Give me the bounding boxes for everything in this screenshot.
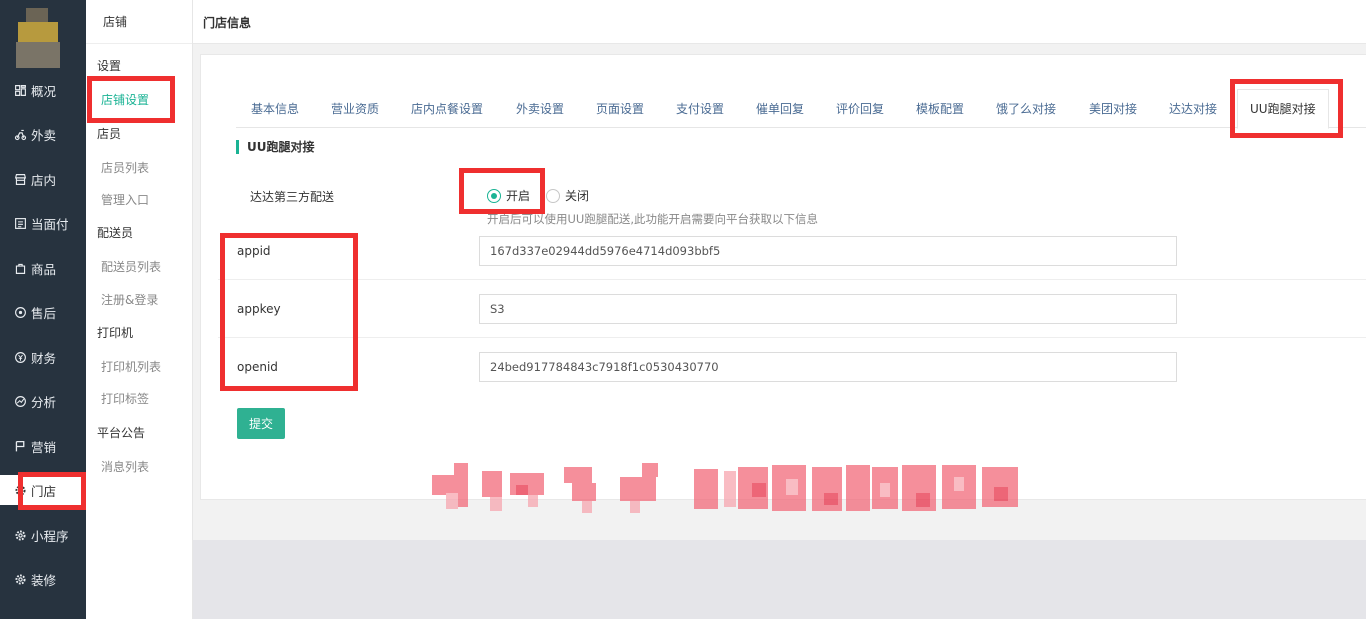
nav-item-label: 售后	[31, 305, 57, 321]
delivery-icon	[12, 126, 28, 142]
divider	[218, 337, 1366, 338]
main-nav: 概况 外卖 店内 当面付 商品 售后 财务 分析 营销 门店 小程序 装修	[0, 0, 86, 619]
delivery-label: 达达第三方配送	[250, 190, 335, 204]
tab-license[interactable]: 营业资质	[331, 90, 379, 128]
group-courier: 配送员	[97, 226, 134, 240]
sidebar-item-store-settings[interactable]: 店铺设置	[101, 91, 149, 108]
tab-eleme[interactable]: 饿了么对接	[996, 90, 1056, 128]
goods-icon	[12, 260, 28, 276]
radio-dot	[487, 188, 501, 203]
flag-icon	[12, 438, 28, 454]
group-notice: 平台公告	[97, 426, 146, 440]
pixelated-watermark	[432, 463, 1022, 523]
nav-item-finance[interactable]: 财务	[0, 342, 86, 372]
sidebar-item-admin-entry[interactable]: 管理入口	[101, 191, 149, 208]
nav-item-analysis[interactable]: 分析	[0, 386, 86, 416]
group-staff: 店员	[97, 127, 122, 141]
overview-icon	[12, 82, 28, 98]
bottom-strip	[193, 540, 1366, 619]
openid-label: openid	[237, 360, 278, 374]
nav-item-store-manage[interactable]: 门店	[0, 475, 86, 505]
appkey-input[interactable]	[479, 294, 1177, 324]
secondary-sidebar: 店铺 设置 店铺设置 店员 店员列表 管理入口 配送员 配送员列表 注册&登录 …	[86, 0, 193, 619]
nav-item-label: 概况	[31, 83, 57, 99]
tab-meituan[interactable]: 美团对接	[1089, 90, 1137, 128]
group-settings: 设置	[97, 59, 122, 73]
tab-template[interactable]: 模板配置	[916, 90, 964, 128]
nav-item-label: 装修	[31, 572, 57, 588]
sidebar-item-staff-list[interactable]: 店员列表	[101, 159, 149, 176]
nav-item-label: 店内	[31, 172, 57, 188]
store-icon	[12, 171, 28, 187]
tab-uu[interactable]: UU跑腿对接	[1237, 89, 1329, 129]
avatar[interactable]	[16, 8, 60, 68]
section-title: UU跑腿对接	[236, 140, 315, 154]
sidebar-item-print-label[interactable]: 打印标签	[101, 390, 149, 407]
nav-item-label: 当面付	[31, 216, 69, 232]
nav-item-label: 门店	[31, 483, 57, 499]
nav-item-marketing[interactable]: 营销	[0, 431, 86, 461]
nav-item-label: 商品	[31, 261, 57, 277]
sidebar-item-register-login[interactable]: 注册&登录	[101, 291, 158, 308]
radio-dot	[546, 188, 560, 203]
nav-item-label: 小程序	[31, 528, 69, 544]
submit-button[interactable]: 提交	[237, 408, 285, 439]
gear-icon	[12, 571, 28, 587]
nav-item-label: 财务	[31, 350, 57, 366]
tab-dine-in[interactable]: 店内点餐设置	[411, 90, 483, 128]
nav-item-store[interactable]: 店内	[0, 164, 86, 194]
appid-label: appid	[237, 244, 271, 258]
tab-review-reply[interactable]: 评价回复	[836, 90, 884, 128]
tab-basic-info[interactable]: 基本信息	[251, 90, 299, 128]
finance-icon	[12, 349, 28, 365]
sidebar-title: 店铺	[86, 0, 192, 44]
nav-item-label: 外卖	[31, 127, 57, 143]
tab-page[interactable]: 页面设置	[596, 90, 644, 128]
page-title: 门店信息	[203, 16, 252, 30]
nav-item-goods[interactable]: 商品	[0, 253, 86, 283]
tab-reminder-reply[interactable]: 催单回复	[756, 90, 804, 128]
radio-disable-label: 关闭	[565, 189, 590, 203]
settings-tabs: 基本信息 营业资质 店内点餐设置 外卖设置 页面设置 支付设置 催单回复 评价回…	[236, 89, 1366, 129]
nav-item-label: 分析	[31, 394, 57, 410]
nav-item-overview[interactable]: 概况	[0, 75, 86, 105]
openid-input[interactable]	[479, 352, 1177, 382]
nav-item-label: 营销	[31, 439, 57, 455]
group-printer: 打印机	[97, 326, 134, 340]
gear-icon	[12, 482, 28, 498]
nav-item-delivery[interactable]: 外卖	[0, 119, 86, 149]
tab-takeout[interactable]: 外卖设置	[516, 90, 564, 128]
sidebar-item-message-list[interactable]: 消息列表	[101, 458, 149, 475]
delivery-hint: 开启后可以使用UU跑腿配送,此功能开启需要向平台获取以下信息	[487, 212, 818, 226]
analysis-icon	[12, 393, 28, 409]
aftersale-icon	[12, 304, 28, 320]
nav-item-miniprogram[interactable]: 小程序	[0, 520, 86, 550]
radio-enable[interactable]: 开启	[487, 187, 530, 204]
divider	[218, 279, 1366, 280]
appkey-label: appkey	[237, 302, 281, 316]
sidebar-item-printer-list[interactable]: 打印机列表	[101, 358, 161, 375]
radio-enable-label: 开启	[506, 189, 531, 203]
gear-icon	[12, 527, 28, 543]
nav-item-decorate[interactable]: 装修	[0, 564, 86, 594]
nav-item-aftersale[interactable]: 售后	[0, 297, 86, 327]
nav-item-pay[interactable]: 当面付	[0, 208, 86, 238]
sidebar-item-courier-list[interactable]: 配送员列表	[101, 258, 161, 275]
appid-input[interactable]	[479, 236, 1177, 266]
tab-payment[interactable]: 支付设置	[676, 90, 724, 128]
tab-dada[interactable]: 达达对接	[1169, 90, 1217, 128]
pay-icon	[12, 215, 28, 231]
page-header: 门店信息	[193, 0, 1366, 44]
radio-disable[interactable]: 关闭	[546, 187, 589, 204]
